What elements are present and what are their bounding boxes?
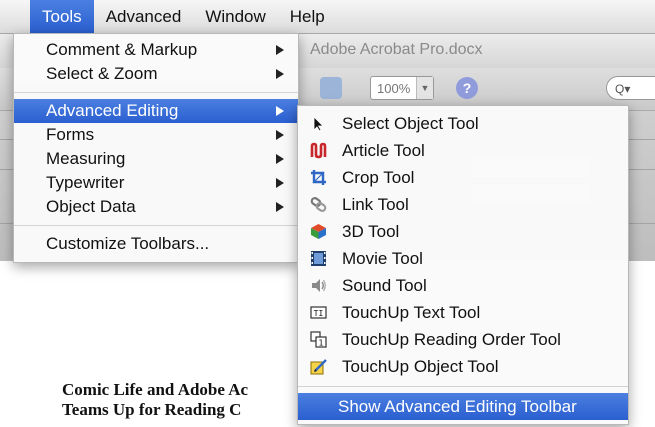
menu-separator [14, 225, 298, 226]
menu-item-label: Select Object Tool [342, 114, 479, 133]
svg-text:1: 1 [318, 339, 323, 348]
menu-item-typewriter[interactable]: Typewriter [14, 171, 298, 195]
menu-item-touchup-reading-order-tool[interactable]: 1 TouchUp Reading Order Tool [298, 326, 628, 353]
sound-icon [312, 279, 326, 292]
zoom-field[interactable]: 100% ▼ [370, 76, 434, 100]
menu-item-label: TouchUp Object Tool [342, 357, 499, 376]
layout-icon[interactable] [320, 77, 342, 99]
menu-item-sound-tool[interactable]: Sound Tool [298, 272, 628, 299]
article-icon [310, 142, 327, 159]
document-text-line: Comic Life and Adobe Ac [62, 380, 249, 399]
search-input[interactable]: Q▾ [606, 76, 655, 100]
submenu-arrow-icon [276, 69, 284, 79]
menu-item-label: Movie Tool [342, 249, 423, 268]
submenu-arrow-icon [276, 45, 284, 55]
menu-item-touchup-object-tool[interactable]: TouchUp Object Tool [298, 353, 628, 380]
menu-item-customize-toolbars[interactable]: Customize Toolbars... [14, 232, 298, 256]
menubar-window[interactable]: Window [193, 0, 277, 33]
menu-item-crop-tool[interactable]: Crop Tool [298, 164, 628, 191]
menu-item-advanced-editing[interactable]: Advanced Editing [14, 99, 298, 123]
menu-item-object-data[interactable]: Object Data [14, 195, 298, 219]
menu-item-article-tool[interactable]: Article Tool [298, 137, 628, 164]
menu-item-label: Article Tool [342, 141, 425, 160]
menubar-tools[interactable]: Tools [30, 0, 94, 33]
3d-icon [311, 224, 326, 239]
menu-item-select-zoom[interactable]: Select & Zoom [14, 62, 298, 86]
zoom-value: 100% [377, 81, 411, 96]
svg-text:TI: TI [314, 309, 324, 318]
document-title: Adobe Acrobat Pro.docx [310, 41, 483, 58]
menu-item-label: TouchUp Text Tool [342, 303, 481, 322]
menu-item-label: Show Advanced Editing Toolbar [338, 397, 577, 416]
menu-separator [14, 92, 298, 93]
menu-item-label: 3D Tool [342, 222, 400, 241]
menubar: Tools Advanced Window Help [0, 0, 655, 34]
submenu-arrow-icon [276, 130, 284, 140]
menu-item-select-object-tool[interactable]: Select Object Tool [298, 110, 628, 137]
submenu-arrow-icon [276, 178, 284, 188]
menu-item-label: Crop Tool [342, 168, 415, 187]
submenu-arrow-icon [276, 154, 284, 164]
menu-item-show-advanced-editing-toolbar[interactable]: Show Advanced Editing Toolbar [298, 393, 628, 420]
menubar-help[interactable]: Help [278, 0, 337, 33]
submenu-arrow-icon [276, 202, 284, 212]
menu-item-comment-markup[interactable]: Comment & Markup [14, 38, 298, 62]
cursor-arrow-icon [313, 116, 324, 132]
touchup-text-icon: TI [310, 306, 327, 319]
menu-separator [298, 386, 628, 387]
menu-item-movie-tool[interactable]: Movie Tool [298, 245, 628, 272]
reading-order-icon: 1 [310, 331, 327, 348]
menu-item-label: Comment & Markup [46, 40, 198, 59]
movie-icon [311, 251, 326, 266]
touchup-object-icon [310, 359, 327, 375]
menu-item-measuring[interactable]: Measuring [14, 147, 298, 171]
menu-item-label: Forms [46, 125, 95, 144]
menu-item-label: Sound Tool [342, 276, 427, 295]
link-icon [310, 197, 327, 212]
menu-item-3d-tool[interactable]: 3D Tool [298, 218, 628, 245]
menubar-advanced[interactable]: Advanced [94, 0, 194, 33]
chevron-down-icon[interactable]: ▼ [416, 77, 433, 99]
menu-item-label: Measuring [46, 149, 126, 168]
tools-menu: Comment & Markup Select & Zoom Advanced … [13, 33, 299, 263]
menu-item-label: Link Tool [342, 195, 409, 214]
menu-item-label: Select & Zoom [46, 64, 158, 83]
menu-item-link-tool[interactable]: Link Tool [298, 191, 628, 218]
menu-item-label: Advanced Editing [46, 101, 179, 120]
document-text-line: Teams Up for Reading C [62, 400, 242, 419]
menu-item-label: Typewriter [46, 173, 125, 192]
crop-icon [311, 170, 326, 185]
advanced-editing-submenu: Select Object Tool Article Tool Crop Too… [297, 105, 629, 425]
menu-item-label: Object Data [46, 197, 136, 216]
submenu-arrow-icon [276, 106, 284, 116]
menu-item-forms[interactable]: Forms [14, 123, 298, 147]
menu-item-touchup-text-tool[interactable]: TI TouchUp Text Tool [298, 299, 628, 326]
help-icon[interactable]: ? [456, 77, 478, 99]
menu-item-label: Customize Toolbars... [46, 234, 210, 253]
menu-item-label: TouchUp Reading Order Tool [342, 330, 561, 349]
